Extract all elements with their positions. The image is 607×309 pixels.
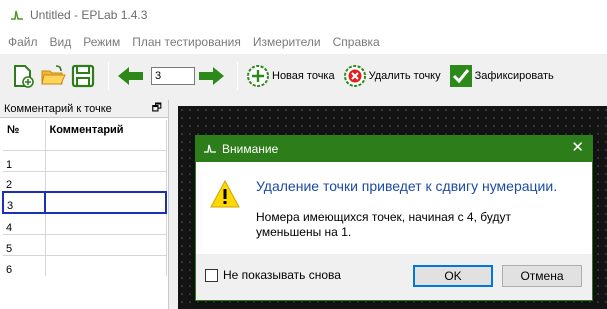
fix-label: Зафиксировать xyxy=(474,70,554,82)
open-folder-icon[interactable] xyxy=(40,63,66,89)
close-icon[interactable]: ✕ xyxy=(571,140,584,156)
checkmark-icon xyxy=(449,65,472,87)
column-header-number[interactable]: № xyxy=(3,120,46,150)
arrow-left-icon[interactable] xyxy=(117,65,145,87)
detail-line: Номера имеющихся точек, начиная с 4, буд… xyxy=(256,210,511,224)
checkbox-label: Не показывать снова xyxy=(223,268,341,282)
arrow-right-icon[interactable] xyxy=(197,65,225,87)
row-number: 4 xyxy=(3,212,46,234)
toolbar-separator xyxy=(108,62,109,90)
dialog-main-message: Удаление точки приведет к сдвигу нумерац… xyxy=(256,178,558,194)
comment-cell[interactable] xyxy=(45,254,167,276)
table-row[interactable]: 1 xyxy=(3,149,167,171)
warning-icon xyxy=(210,180,240,208)
app-logo-icon xyxy=(204,144,216,153)
dialog-title-bar[interactable]: Внимание ✕ xyxy=(196,136,592,162)
menu-file[interactable]: Файл xyxy=(8,35,38,49)
dont-show-again-checkbox[interactable]: Не показывать снова xyxy=(205,268,341,282)
menu-test-plan[interactable]: План тестирования xyxy=(132,35,241,49)
toolbar: Новая точка Удалить точку Зафиксировать xyxy=(0,54,607,98)
row-number: 6 xyxy=(3,254,46,276)
comment-cell[interactable] xyxy=(45,149,167,171)
menu-help[interactable]: Справка xyxy=(333,35,380,49)
menu-view[interactable]: Вид xyxy=(50,35,72,49)
table-row[interactable]: 6 xyxy=(3,254,167,276)
comment-cell[interactable] xyxy=(45,170,167,192)
add-point-button[interactable]: Новая точка xyxy=(246,64,335,88)
row-number: 3 xyxy=(2,191,46,214)
add-circle-icon xyxy=(247,65,269,87)
comments-table: № Комментарий 1 2 3 4 5 6 xyxy=(2,120,167,276)
point-number-input[interactable] xyxy=(151,67,195,85)
dialog-detail-message: Номера имеющихся точек, начиная с 4, буд… xyxy=(256,210,566,240)
toolbar-separator xyxy=(237,62,238,90)
menu-meters[interactable]: Измерители xyxy=(253,35,321,49)
window-title: Untitled - EPLab 1.4.3 xyxy=(30,8,148,22)
comment-cell[interactable] xyxy=(45,233,167,255)
cancel-button[interactable]: Отмена xyxy=(502,265,582,287)
save-icon[interactable] xyxy=(70,63,96,89)
fix-button[interactable]: Зафиксировать xyxy=(449,64,554,88)
detail-line: уменьшены на 1. xyxy=(256,225,352,239)
delete-point-label: Удалить точку xyxy=(368,70,441,82)
warning-dialog: Внимание ✕ Удаление точки приведет к сдв… xyxy=(195,135,593,301)
comment-cell[interactable] xyxy=(45,212,167,234)
row-number: 2 xyxy=(3,170,46,192)
table-row-selected[interactable]: 3 xyxy=(2,191,167,214)
panel-header: Комментарий к точке 🗗 xyxy=(0,100,168,118)
dialog-title: Внимание xyxy=(222,142,279,156)
delete-circle-icon xyxy=(343,65,366,87)
add-point-label: Новая точка xyxy=(272,70,335,82)
menu-bar: Файл Вид Режим План тестирования Измерит… xyxy=(0,30,607,54)
comment-cell[interactable] xyxy=(44,191,167,214)
ok-button[interactable]: OK xyxy=(413,265,493,287)
column-header-comment[interactable]: Комментарий xyxy=(45,120,167,150)
new-file-icon[interactable] xyxy=(10,63,36,89)
row-number: 5 xyxy=(3,233,46,255)
row-number: 1 xyxy=(3,149,46,171)
dialog-footer: Не показывать снова OK Отмена xyxy=(196,254,592,300)
checkbox-box[interactable] xyxy=(205,268,218,282)
comments-panel: Комментарий к точке 🗗 № Комментарий 1 2 … xyxy=(0,100,169,309)
table-row[interactable]: 5 xyxy=(3,233,167,255)
table-row[interactable]: 2 xyxy=(3,170,167,192)
title-bar: Untitled - EPLab 1.4.3 xyxy=(0,0,607,30)
delete-point-button[interactable]: Удалить точку xyxy=(343,64,441,88)
app-logo-icon xyxy=(11,10,23,20)
table-header-row: № Комментарий xyxy=(3,120,167,150)
table-row[interactable]: 4 xyxy=(3,212,167,234)
menu-mode[interactable]: Режим xyxy=(83,35,120,49)
panel-title: Комментарий к точке xyxy=(4,102,112,115)
undock-icon[interactable]: 🗗 xyxy=(152,99,162,118)
